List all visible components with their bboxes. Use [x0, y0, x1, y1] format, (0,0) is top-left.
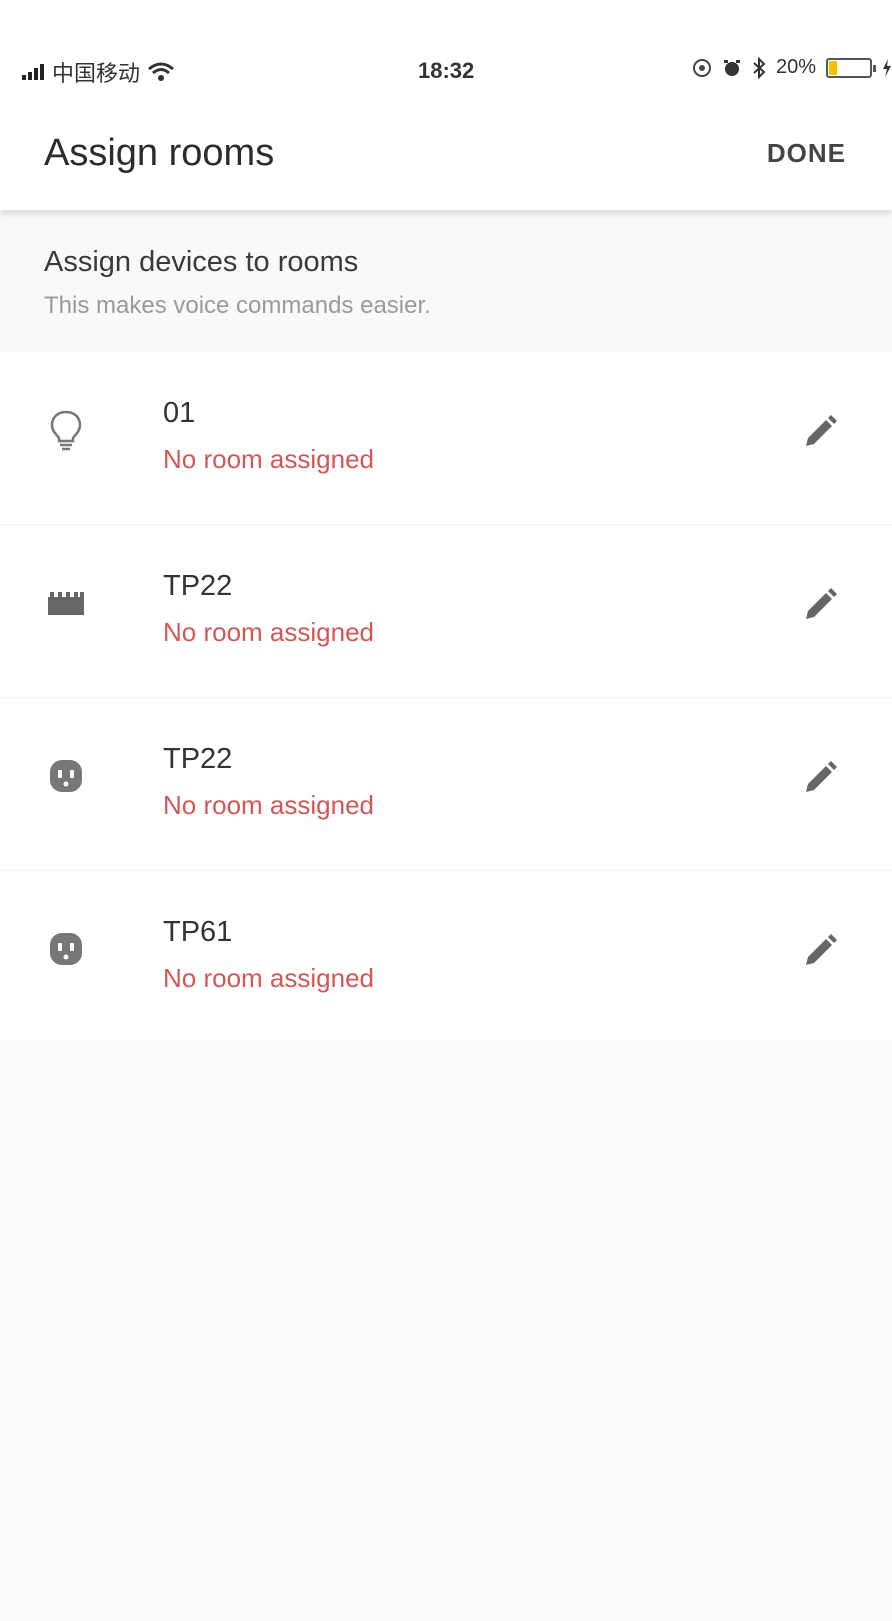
edit-pencil-icon[interactable]	[798, 410, 842, 454]
app-bar: Assign rooms DONE	[0, 100, 892, 210]
edit-pencil-icon[interactable]	[798, 929, 842, 973]
device-row[interactable]: TP22 No room assigned	[0, 525, 892, 698]
device-room-status: No room assigned	[163, 790, 374, 820]
status-bar: 中国移动 18:32 20%	[0, 0, 892, 100]
device-name: TP22	[163, 570, 233, 602]
light-strip-icon	[48, 592, 84, 615]
battery-icon	[826, 57, 876, 78]
device-row[interactable]: 01 No room assigned	[0, 352, 892, 525]
device-room-status: No room assigned	[163, 444, 374, 474]
device-list: 01 No room assigned TP22 No room assigne…	[0, 352, 892, 1044]
alarm-icon	[723, 59, 740, 76]
screen: 中国移动 18:32 20% Assign rooms DONE Assign …	[0, 0, 892, 1621]
status-left: 中国移动	[22, 56, 174, 88]
status-right: 20%	[692, 56, 892, 79]
device-room-status: No room assigned	[163, 963, 374, 993]
bluetooth-icon	[753, 56, 766, 79]
edit-pencil-icon[interactable]	[798, 583, 842, 627]
done-button[interactable]: DONE	[767, 138, 846, 169]
device-name: 01	[163, 397, 196, 429]
intro-section: Assign devices to rooms This makes voice…	[0, 212, 892, 353]
intro-title: Assign devices to rooms	[44, 246, 359, 278]
carrier-label: 中国移动	[52, 61, 141, 86]
smart-plug-icon	[50, 933, 82, 965]
wifi-icon	[148, 62, 174, 81]
charging-icon	[883, 58, 891, 77]
edit-pencil-icon[interactable]	[798, 756, 842, 800]
empty-area	[0, 1040, 892, 1621]
device-row[interactable]: TP22 No room assigned	[0, 698, 892, 871]
battery-percent: 20%	[775, 56, 816, 78]
device-row[interactable]: TP61 No room assigned	[0, 871, 892, 1044]
signal-icon	[22, 64, 44, 80]
eye-protection-icon	[692, 58, 711, 77]
page-title: Assign rooms	[44, 132, 275, 174]
device-room-status: No room assigned	[163, 617, 374, 647]
device-name: TP61	[163, 916, 233, 948]
status-time: 18:32	[418, 58, 475, 83]
battery-level-fill	[829, 60, 837, 75]
lightbulb-icon	[50, 410, 82, 451]
smart-plug-icon	[50, 760, 82, 792]
device-name: TP22	[163, 743, 233, 775]
intro-subtitle: This makes voice commands easier.	[44, 292, 431, 319]
